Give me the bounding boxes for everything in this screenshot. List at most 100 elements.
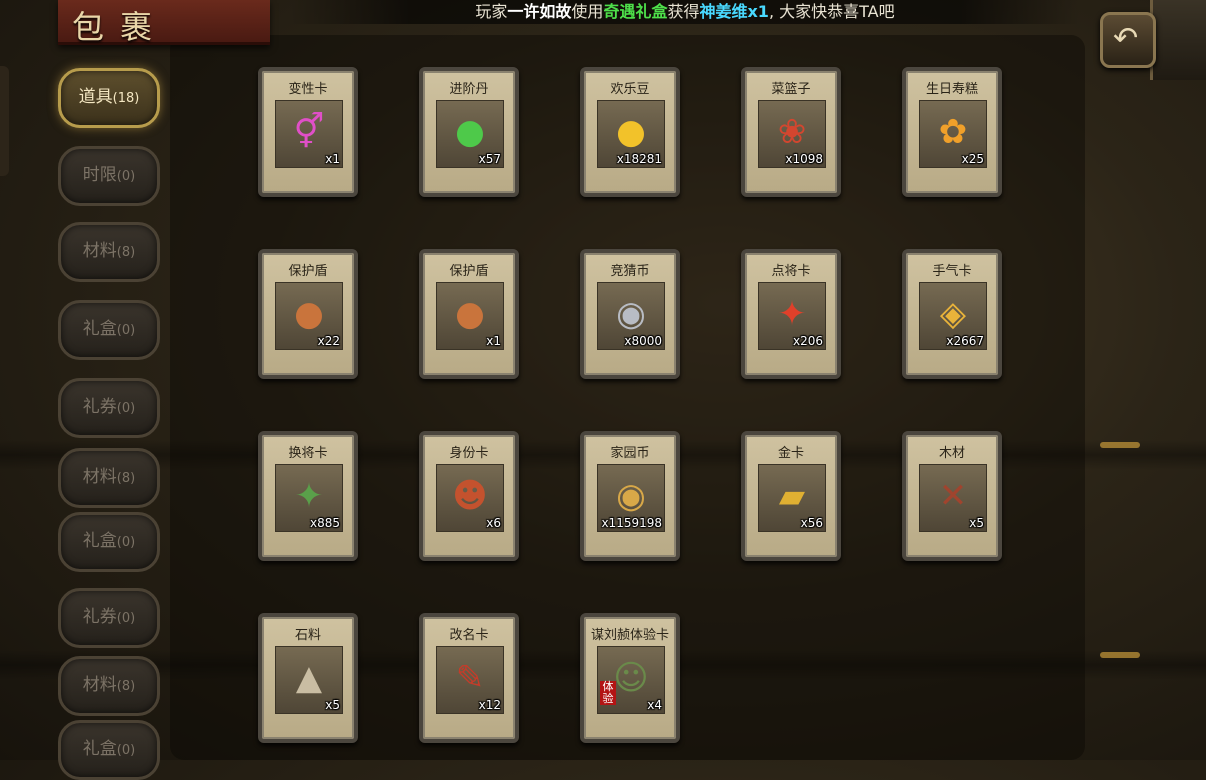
- item-name: 保护盾: [288, 264, 328, 279]
- trial-badge: 体验: [600, 681, 616, 705]
- sidebar-tab-count: (18): [112, 91, 140, 106]
- sidebar-tab-label: 礼券: [82, 607, 117, 627]
- item-icon-frame: ◈ x2667: [919, 282, 987, 350]
- item-icon-frame: ● x57: [436, 100, 504, 168]
- item-card[interactable]: 改名卡 ✎ x12: [419, 613, 519, 743]
- item-name: 生日寿糕: [925, 82, 978, 97]
- back-button[interactable]: ↶: [1100, 12, 1156, 68]
- marquee-player: 一许如故: [507, 2, 572, 21]
- decor-gold: [1100, 442, 1140, 448]
- item-quantity: x885: [309, 516, 340, 530]
- marquee-text: 使用: [571, 2, 604, 21]
- sidebar-tab[interactable]: 材料(8): [58, 448, 160, 508]
- item-card[interactable]: 生日寿糕 ✿ x25: [902, 67, 1002, 197]
- item-quantity: x12: [478, 698, 501, 712]
- item-icon-frame: ✦ x885: [275, 464, 343, 532]
- item-quantity: x57: [478, 152, 501, 166]
- item-name: 家园币: [610, 446, 650, 461]
- item-card[interactable]: 手气卡 ◈ x2667: [902, 249, 1002, 379]
- item-name: 改名卡: [449, 628, 489, 643]
- marquee-text: , 大家快恭喜TA吧: [768, 2, 895, 21]
- item-quantity: x18281: [616, 152, 662, 166]
- sidebar-tab-label: 礼盒: [82, 739, 117, 759]
- sidebar-tab[interactable]: 时限(0): [58, 146, 160, 206]
- item-quantity: x1: [486, 334, 501, 348]
- item-quantity: x1159198: [601, 516, 662, 530]
- item-card[interactable]: 家园币 ◉ x1159198: [580, 431, 680, 561]
- sidebar-tab-count: (8): [116, 679, 136, 694]
- item-name: 保护盾: [449, 264, 489, 279]
- item-quantity: x6: [486, 516, 501, 530]
- item-card[interactable]: 竞猜币 ◉ x8000: [580, 249, 680, 379]
- item-icon-frame: ⚥ x1: [275, 100, 343, 168]
- page-title: 包裹: [72, 8, 169, 46]
- item-quantity: x25: [961, 152, 984, 166]
- sidebar-tab-label: 时限: [82, 165, 117, 185]
- sidebar-tab-label: 礼盒: [82, 531, 117, 551]
- sidebar-tab[interactable]: 礼盒(0): [58, 720, 160, 780]
- item-quantity: x1098: [785, 152, 823, 166]
- item-card[interactable]: 谋刘赪体验卡 ☺ 体验 x4: [580, 613, 680, 743]
- sidebar-tab[interactable]: 礼盒(0): [58, 300, 160, 360]
- item-card[interactable]: 金卡 ▰ x56: [741, 431, 841, 561]
- item-quantity: x56: [800, 516, 823, 530]
- item-quantity: x206: [792, 334, 823, 348]
- item-icon-frame: ✦ x206: [758, 282, 826, 350]
- item-quantity: x5: [969, 516, 984, 530]
- sidebar-tab[interactable]: 材料(8): [58, 222, 160, 282]
- sidebar-tab[interactable]: 礼盒(0): [58, 512, 160, 572]
- item-name: 换将卡: [288, 446, 328, 461]
- item-icon-frame: ◉ x8000: [597, 282, 665, 350]
- sidebar-tab-label: 材料: [82, 467, 117, 487]
- item-name: 竞猜币: [610, 264, 650, 279]
- item-card[interactable]: 换将卡 ✦ x885: [258, 431, 358, 561]
- item-name: 进阶丹: [449, 82, 489, 97]
- marquee-text: 获得: [667, 2, 700, 21]
- item-card[interactable]: 身份卡 ☻ x6: [419, 431, 519, 561]
- item-name: 手气卡: [932, 264, 972, 279]
- item-icon-frame: ✿ x25: [919, 100, 987, 168]
- sidebar-tab-count: (0): [116, 323, 136, 338]
- sidebar-tab-count: (0): [116, 535, 136, 550]
- item-name: 变性卡: [288, 82, 328, 97]
- category-sidebar: 道具(18) 时限(0) 材料(8) 礼盒(0) 礼券(0) 材料(8) 礼盒(0) 礼券(0…: [0, 60, 170, 780]
- sidebar-tab[interactable]: 礼券(0): [58, 588, 160, 648]
- sidebar-tab-count: (0): [116, 169, 136, 184]
- item-card[interactable]: 进阶丹 ● x57: [419, 67, 519, 197]
- item-name: 点将卡: [771, 264, 811, 279]
- item-quantity: x1: [325, 152, 340, 166]
- item-icon-frame: ☻ x6: [436, 464, 504, 532]
- item-icon-frame: ● x22: [275, 282, 343, 350]
- sidebar-tab[interactable]: 材料(8): [58, 656, 160, 716]
- announcement-marquee: 玩家一许如故使用奇遇礼盒获得神姜维x1, 大家快恭喜TA吧: [290, 0, 1080, 24]
- item-icon-frame: ▲ x5: [275, 646, 343, 714]
- item-name: 身份卡: [449, 446, 489, 461]
- item-quantity: x22: [317, 334, 340, 348]
- item-card[interactable]: 保护盾 ● x1: [419, 249, 519, 379]
- item-quantity: x5: [325, 698, 340, 712]
- item-icon-frame: ● x1: [436, 282, 504, 350]
- item-quantity: x4: [647, 698, 662, 712]
- item-icon-frame: ✕ x5: [919, 464, 987, 532]
- corner-frame: [1150, 0, 1206, 80]
- item-card[interactable]: 木材 ✕ x5: [902, 431, 1002, 561]
- item-card[interactable]: 点将卡 ✦ x206: [741, 249, 841, 379]
- marquee-text: 玩家: [475, 2, 508, 21]
- item-card[interactable]: 石料 ▲ x5: [258, 613, 358, 743]
- sidebar-tab-count: (0): [116, 401, 136, 416]
- sidebar-tab-label: 材料: [82, 241, 117, 261]
- item-icon-frame: ☺ 体验 x4: [597, 646, 665, 714]
- sidebar-tab-label: 材料: [82, 675, 117, 695]
- item-icon-frame: ✎ x12: [436, 646, 504, 714]
- sidebar-tab[interactable]: 礼券(0): [58, 378, 160, 438]
- sidebar-tab-label: 礼盒: [82, 319, 117, 339]
- item-name: 金卡: [777, 446, 804, 461]
- item-card[interactable]: 欢乐豆 ● x18281: [580, 67, 680, 197]
- item-card[interactable]: 菜篮子 ❀ x1098: [741, 67, 841, 197]
- decor-gold: [1100, 652, 1140, 658]
- item-name: 菜篮子: [771, 82, 811, 97]
- sidebar-tab[interactable]: 道具(18): [58, 68, 160, 128]
- item-card[interactable]: 变性卡 ⚥ x1: [258, 67, 358, 197]
- item-card[interactable]: 保护盾 ● x22: [258, 249, 358, 379]
- sidebar-tab-label: 礼券: [82, 397, 117, 417]
